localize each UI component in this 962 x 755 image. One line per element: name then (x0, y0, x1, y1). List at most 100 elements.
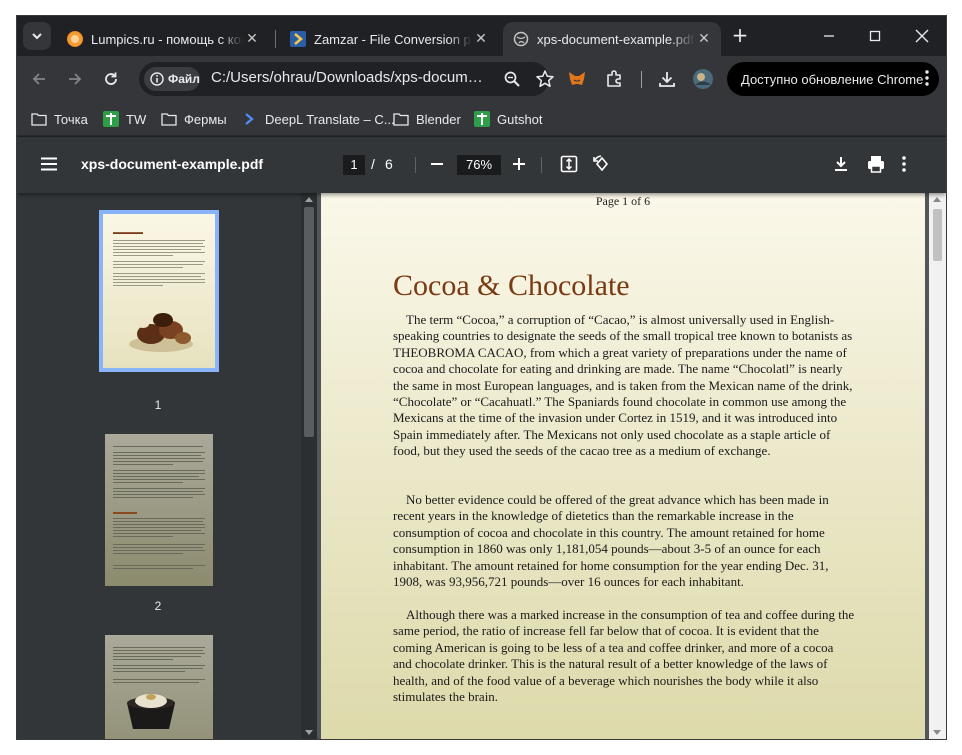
new-tab-button[interactable]: + (730, 25, 750, 46)
downloads-icon[interactable] (655, 67, 679, 91)
thumb-text-line (113, 279, 205, 280)
thumb-text-line (113, 550, 205, 551)
print-button[interactable] (866, 154, 886, 178)
document-paragraph: Although there was a marked increase in … (393, 607, 855, 705)
thumb-text-line (113, 264, 203, 265)
scroll-down-arrow[interactable] (305, 730, 313, 735)
zoom-out-button[interactable] (429, 154, 445, 178)
tab-search-button[interactable] (23, 22, 51, 50)
chocolate-image (129, 313, 193, 352)
thumbnail-page-1[interactable]: ▬▬▬▬▬ (99, 210, 219, 372)
back-button[interactable] (27, 67, 51, 91)
viewer-scrollbar[interactable] (929, 193, 946, 739)
bookmark-label: Точка (54, 111, 88, 127)
chevron-down-icon (32, 33, 42, 40)
thumb-text-line (113, 243, 203, 244)
zoom-in-button[interactable] (511, 154, 527, 178)
reload-button[interactable] (99, 67, 123, 91)
scroll-up-arrow[interactable] (933, 197, 941, 202)
fit-page-icon (560, 155, 578, 173)
zamzar-favicon (290, 31, 306, 47)
pdf-filename: xps-document-example.pdf (81, 156, 264, 172)
plus-icon (513, 158, 525, 170)
thumb-text-line (113, 276, 201, 277)
sidebar-menu-button[interactable] (39, 154, 59, 178)
extensions-puzzle-icon[interactable] (602, 67, 626, 91)
tab-pdf-active[interactable]: xps-document-example.pdf ✕ (503, 22, 721, 56)
tab-divider (275, 30, 276, 48)
thumb-text-line (113, 446, 203, 447)
bookmark-tw[interactable]: TW (103, 109, 146, 129)
tw-favicon (103, 111, 119, 127)
thumb-text-line (113, 476, 199, 477)
thumb-text-line (113, 473, 205, 474)
thumb-text-line (113, 488, 205, 489)
folder-icon (31, 111, 47, 127)
bookmark-star-icon[interactable] (535, 69, 555, 93)
page-number-input[interactable]: 1 (343, 155, 365, 175)
toolbar-divider (415, 157, 416, 173)
thumb-text-line (113, 282, 205, 283)
rotate-button[interactable] (592, 154, 612, 178)
thumbnail-page-3[interactable] (105, 635, 213, 739)
rotate-icon (593, 155, 609, 172)
thumb-text-line (113, 568, 193, 569)
bookmark-gutshot[interactable]: Gutshot (474, 109, 543, 129)
chrome-update-button[interactable]: Доступно обновление Chrome (727, 62, 939, 96)
url-text[interactable]: C:/Users/ohrau/Downloads/xps-document-ex… (211, 69, 486, 86)
scrollbar-thumb[interactable] (304, 207, 314, 437)
tab-zamzar[interactable]: Zamzar - File Conversion progress ✕ (280, 22, 498, 56)
site-info-chip[interactable]: Файл (144, 67, 200, 91)
thumb-text-line (113, 458, 205, 459)
info-icon (150, 72, 164, 86)
gutshot-favicon (474, 111, 490, 127)
thumb-text-line (113, 249, 201, 250)
update-label: Доступно обновление Chrome (741, 71, 924, 87)
pdf-download-button[interactable] (831, 154, 851, 178)
pdf-more-actions-button[interactable] (901, 154, 907, 178)
kebab-menu-icon[interactable] (925, 70, 929, 89)
scrollbar-thumb[interactable] (933, 209, 942, 261)
thumb-text-line (113, 524, 205, 525)
bookmarks-bar: Точка TW Фермы DeepL Translate – C... Bl… (17, 102, 946, 136)
browser-toolbar: Файл C:/Users/ohrau/Downloads/xps-docume… (17, 56, 946, 102)
close-icon[interactable]: ✕ (243, 31, 261, 47)
metamask-extension-icon[interactable] (565, 67, 589, 91)
scroll-up-arrow[interactable] (305, 197, 313, 202)
thumb-text-line (113, 261, 205, 262)
sidebar-scrollbar[interactable] (301, 193, 317, 739)
toolbar-divider (541, 157, 542, 173)
thumb-text-line (113, 536, 173, 537)
bookmark-tochka[interactable]: Точка (31, 109, 88, 129)
window-close-button[interactable] (910, 24, 934, 48)
bookmark-label: Фермы (184, 111, 227, 127)
close-icon (915, 29, 929, 43)
thumb-text-line (113, 497, 193, 498)
page-separator: / (371, 156, 375, 172)
zoom-indicator-icon[interactable] (503, 70, 521, 92)
maximize-icon (869, 30, 881, 42)
thumb-text-line (113, 452, 205, 453)
close-icon[interactable]: ✕ (472, 31, 490, 47)
minimize-button[interactable] (817, 24, 841, 48)
fit-to-page-button[interactable] (559, 154, 579, 178)
bookmark-deepl[interactable]: DeepL Translate – C... (242, 109, 395, 129)
minimize-icon (824, 35, 834, 37)
bookmark-label: Gutshot (497, 111, 543, 127)
profile-avatar-icon[interactable] (691, 67, 715, 91)
bookmark-label: TW (126, 111, 147, 127)
maximize-button[interactable] (863, 24, 887, 48)
tab-lumpics[interactable]: Lumpics.ru - помощь с компьютером ✕ (57, 22, 269, 56)
thumb-text-line (113, 527, 205, 528)
thumb-text-line (113, 679, 205, 680)
zoom-level-input[interactable]: 76% (457, 155, 501, 175)
arrow-left-icon (32, 73, 45, 85)
thumbnail-page-2[interactable] (105, 434, 213, 586)
thumb-text-line (113, 464, 173, 465)
address-bar[interactable]: Файл C:/Users/ohrau/Downloads/xps-docume… (139, 62, 554, 96)
scroll-down-arrow[interactable] (933, 730, 941, 735)
close-icon[interactable]: ✕ (695, 31, 713, 47)
bookmark-fermy[interactable]: Фермы (161, 109, 227, 129)
forward-button[interactable] (63, 67, 87, 91)
bookmark-blender[interactable]: Blender (393, 109, 461, 129)
